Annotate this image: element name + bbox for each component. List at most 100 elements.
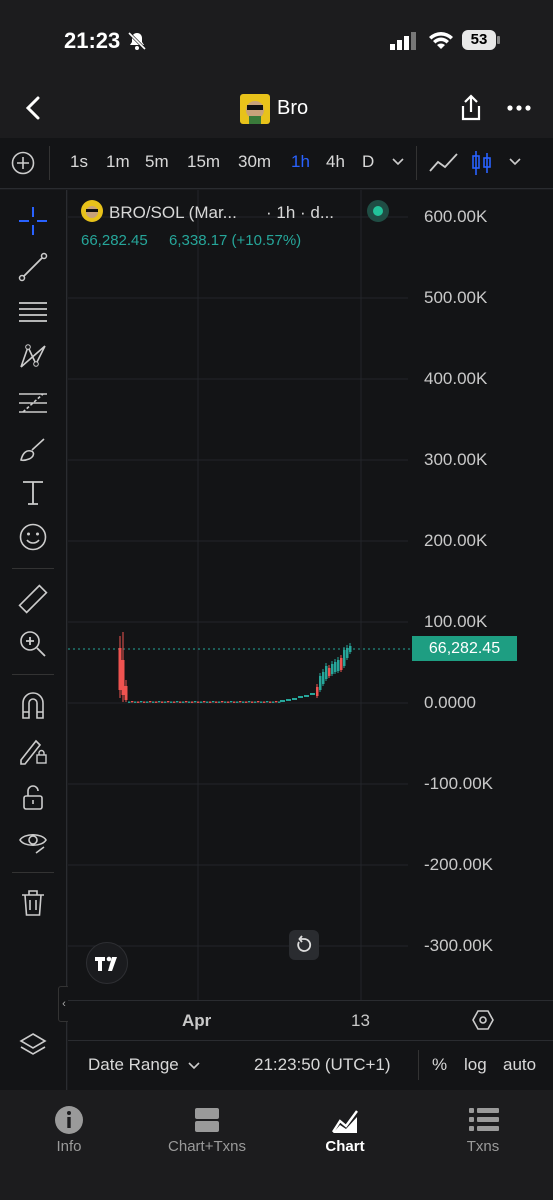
tab-chart-active[interactable]: Chart: [285, 1138, 405, 1155]
date-range-chevron-icon[interactable]: [188, 1061, 200, 1071]
chart-settings-icon[interactable]: [472, 1009, 494, 1031]
candle-body: [170, 701, 173, 703]
candle-body: [331, 664, 334, 674]
candle-body: [230, 701, 233, 703]
candle-body: [188, 701, 191, 703]
candle-body: [346, 648, 349, 658]
token-avatar: [240, 94, 270, 124]
line-chart-icon[interactable]: [428, 152, 460, 174]
candle-body: [215, 701, 218, 703]
brush-icon[interactable]: [18, 434, 48, 464]
candle-body: [266, 701, 269, 703]
candle-body: [325, 666, 328, 679]
clock-timezone[interactable]: 21:23:50 (UTC+1): [254, 1055, 391, 1075]
candlestick-icon[interactable]: [471, 149, 493, 177]
auto-scale-toggle[interactable]: auto: [503, 1055, 536, 1075]
info-icon[interactable]: [54, 1105, 84, 1135]
magnet-icon[interactable]: [18, 690, 48, 720]
time-axis-divider: [68, 1040, 553, 1041]
horizontal-lines-icon[interactable]: [18, 297, 48, 327]
timeframe-15m[interactable]: 15m: [187, 152, 220, 172]
price-axis-label: 500.00K: [424, 288, 488, 307]
layers-icon[interactable]: [18, 1030, 48, 1060]
candle-body: [322, 672, 325, 684]
candle-body: [167, 701, 170, 703]
more-options-icon[interactable]: [507, 104, 531, 112]
chart-area[interactable]: [68, 190, 553, 1000]
unlock-icon[interactable]: [18, 782, 48, 812]
candle-body: [337, 660, 340, 671]
tools-divider-3: [12, 872, 54, 873]
trend-line-icon[interactable]: [18, 252, 48, 282]
candle-body: [124, 686, 128, 700]
legend-pair[interactable]: BRO/SOL (Mar...: [109, 203, 237, 223]
candle-body: [310, 693, 315, 695]
legend-interval: · 1h · d...: [266, 203, 335, 222]
date-range-button[interactable]: Date Range: [88, 1055, 179, 1075]
share-icon[interactable]: [459, 94, 483, 122]
candle-body: [343, 650, 346, 666]
signal-icon: [390, 32, 418, 50]
candle-body: [239, 701, 242, 703]
tab-chart-txns[interactable]: Chart+Txns: [147, 1138, 267, 1155]
candle-body: [251, 701, 254, 703]
candle-body: [286, 699, 291, 701]
chart-tab-icon[interactable]: [331, 1105, 361, 1135]
price-axis-label: 400.00K: [424, 369, 488, 388]
candle-body: [218, 701, 221, 703]
candle-body: [260, 701, 263, 703]
candle-body: [304, 695, 309, 697]
text-tool-icon[interactable]: [18, 478, 48, 508]
candle-body: [194, 701, 197, 703]
timeframe-d[interactable]: D: [362, 152, 374, 172]
price-chart: [68, 190, 413, 1000]
crosshair-icon[interactable]: [18, 206, 48, 236]
tab-txns[interactable]: Txns: [423, 1138, 543, 1155]
timeframe-4h[interactable]: 4h: [326, 152, 345, 172]
txns-list-icon[interactable]: [469, 1106, 499, 1134]
percent-scale-toggle[interactable]: %: [432, 1055, 447, 1075]
price-axis-label: -100.00K: [424, 774, 493, 793]
timeframe-1m[interactable]: 1m: [106, 152, 130, 172]
candle-body: [233, 701, 236, 703]
mute-bell-icon: [126, 30, 148, 52]
price-axis-label: 0.0000: [424, 693, 476, 712]
candle-body: [182, 701, 185, 703]
candle-body: [131, 701, 134, 703]
ruler-icon[interactable]: [18, 584, 48, 614]
add-indicator-icon[interactable]: [11, 151, 35, 175]
timeframe-1s[interactable]: 1s: [70, 152, 88, 172]
price-axis-label: 200.00K: [424, 531, 488, 550]
timeframe-1h-active[interactable]: 1h: [291, 152, 310, 172]
chart-txns-icon[interactable]: [193, 1106, 221, 1134]
reset-chart-button[interactable]: [289, 930, 319, 960]
candle-body: [128, 701, 131, 703]
candle-body: [316, 687, 319, 696]
zoom-in-icon[interactable]: [18, 629, 48, 659]
current-price-tag: 66,282.45: [412, 636, 517, 661]
chart-type-dropdown-icon[interactable]: [509, 157, 521, 167]
trash-icon[interactable]: [18, 888, 48, 918]
timeframe-5m[interactable]: 5m: [145, 152, 169, 172]
lock-drawings-icon[interactable]: [18, 736, 48, 766]
candle-body: [200, 701, 203, 703]
timeframe-dropdown-icon[interactable]: [392, 157, 404, 167]
battery-icon: 53: [462, 30, 496, 50]
tradingview-logo[interactable]: [86, 942, 128, 984]
fib-retracement-icon[interactable]: [18, 388, 48, 418]
tab-info[interactable]: Info: [9, 1138, 129, 1155]
pattern-tool-icon[interactable]: [18, 342, 48, 372]
candle-body: [224, 701, 227, 703]
candle-body: [328, 668, 331, 676]
timeframe-30m[interactable]: 30m: [238, 152, 271, 172]
candle-body: [161, 701, 164, 703]
time-axis-label-apr: Apr: [182, 1011, 212, 1030]
emoji-icon[interactable]: [18, 522, 48, 552]
candle-body: [176, 701, 179, 703]
price-axis-label: 100.00K: [424, 612, 488, 631]
candle-body: [164, 701, 167, 703]
back-chevron-icon[interactable]: [22, 96, 44, 120]
log-scale-toggle[interactable]: log: [464, 1055, 487, 1075]
wifi-icon: [428, 31, 454, 51]
visibility-eye-icon[interactable]: [18, 826, 48, 856]
